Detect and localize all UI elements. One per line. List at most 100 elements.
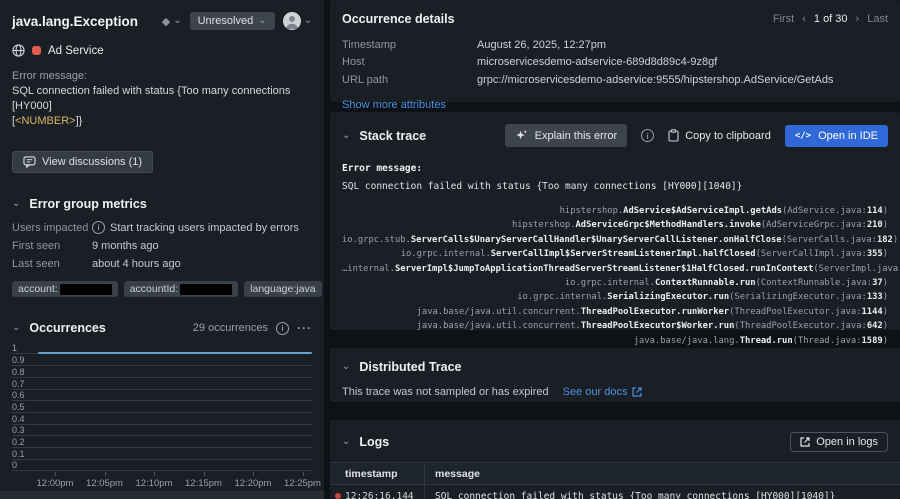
gridline [12, 470, 312, 472]
chevron-down-icon: ⌄ [303, 15, 312, 26]
discussion-icon [23, 155, 36, 168]
chevron-down-icon: ⌄ [342, 361, 351, 372]
trace-empty-message: This trace was not sampled or has expire… [342, 386, 549, 398]
pagination-prev-icon[interactable]: ‹ [802, 13, 806, 25]
stack-frame: io.grpc.internal.ServerCallImpl$ServerSt… [400, 249, 888, 260]
y-tick-label: 0.5 [12, 401, 25, 412]
tags-row: account: accountId: language:java [12, 281, 322, 298]
redacted-value [59, 283, 112, 295]
chevron-down-icon: ⌄ [12, 322, 21, 334]
logs-table-header: timestamp message [330, 463, 900, 485]
error-message-label: Error message: [12, 70, 88, 82]
info-icon[interactable]: i [276, 321, 289, 335]
error-tracking-page: java.lang.Exception ◆ ⌄ Unresolved ⌄ ⌄ A… [0, 0, 900, 499]
ellipsis-menu-icon[interactable]: ··· [297, 321, 312, 335]
tag[interactable]: account: [12, 281, 118, 298]
x-tick-label: 12:15pm [185, 478, 222, 490]
y-tick-label: 0.6 [12, 390, 25, 401]
show-more-attributes-link[interactable]: Show more attributes [342, 99, 446, 111]
x-tick-mark [302, 472, 304, 477]
log-status-dot [335, 493, 341, 499]
status-dropdown[interactable]: Unresolved ⌄ [189, 12, 275, 30]
gridline [12, 447, 312, 449]
issue-title: java.lang.Exception [12, 13, 139, 29]
info-icon[interactable]: i [641, 129, 655, 142]
service-status-dot [32, 46, 41, 55]
log-timestamp: 12:26:16.144 [330, 485, 425, 499]
x-tick-mark [154, 472, 155, 477]
stack-frame: …internal.ServerImpl$JumpToApplicationTh… [342, 263, 900, 274]
avatar [282, 12, 301, 30]
pagination-page: 1 of 30 [813, 13, 848, 25]
person-icon [285, 16, 298, 29]
tag[interactable]: language:java [244, 281, 322, 298]
chevron-down-icon: ⌄ [173, 15, 182, 26]
pagination-last[interactable]: Last [867, 13, 888, 25]
error-group-metrics-header[interactable]: ⌄ Error group metrics [12, 197, 312, 211]
x-tick-label: 12:25pm [284, 478, 321, 490]
stack-frame: java.base/java.util.concurrent.ThreadPoo… [416, 306, 888, 317]
tag[interactable]: accountId: [123, 281, 239, 298]
chevron-down-icon: ⌄ [12, 197, 21, 209]
gridline [12, 423, 312, 425]
stack-frame: io.grpc.internal.SerializingExecutor.run… [517, 292, 888, 303]
x-tick-mark [104, 472, 106, 477]
status-label: Unresolved [197, 15, 254, 27]
stack-frame: io.grpc.stub.ServerCalls$UnaryServerCall… [342, 234, 899, 245]
y-tick-label: 0.4 [12, 413, 25, 424]
assignee-dropdown[interactable]: ⌄ [282, 12, 312, 30]
occurrences-chart: 1 0.9 0.8 0.7 0.6 0.5 0.4 0.3 0.2 0.1 0 12:00pm 12:0… [12, 343, 321, 491]
stack-frames: hipstershop.AdService$AdServiceImpl.getA… [342, 204, 900, 348]
info-icon: i [92, 221, 105, 235]
occurrence-column: Occurrence details First ‹ 1 of 30 › Las… [330, 0, 900, 499]
copy-to-clipboard-button[interactable]: Copy to clipboard [668, 129, 771, 142]
distributed-trace-card: ⌄ Distributed Trace This trace was not s… [330, 348, 900, 402]
gridline [12, 365, 312, 367]
x-tick-label: 12:05pm [86, 478, 123, 490]
card-title: Occurrence details [342, 12, 455, 26]
metric-row: Last seen about 4 hours ago [12, 258, 181, 271]
y-tick-label: 0.2 [12, 437, 25, 448]
explain-error-button[interactable]: Explain this error [504, 124, 628, 147]
detail-rows: Timestamp August 26, 2025, 12:27pm Host mic… [342, 38, 888, 87]
gridline [12, 435, 312, 437]
chevron-down-icon: ⌄ [342, 129, 351, 141]
gridline [12, 388, 312, 390]
service-name[interactable]: Ad Service [48, 45, 104, 57]
logs-card: ⌄ Logs Open in logs timestamp message 12… [330, 420, 900, 499]
priority-diamond-icon: ◆ [161, 15, 171, 28]
x-tick-mark [253, 472, 254, 477]
error-message-highlight: <NUMBER> [15, 114, 76, 127]
x-tick-label: 12:10pm [135, 478, 173, 490]
priority-dropdown[interactable]: ◆ ⌄ [162, 15, 182, 28]
open-in-logs-button[interactable]: Open in logs [790, 432, 888, 452]
occurrence-details-card: Occurrence details First ‹ 1 of 30 › Las… [330, 0, 900, 111]
horizontal-scrollbar[interactable] [0, 491, 324, 499]
view-discussions-button[interactable]: View discussions (1) [12, 150, 154, 173]
external-link-icon [632, 387, 643, 397]
metric-rows: Users impacted i Start tracking users impa… [12, 221, 312, 272]
log-row[interactable]: 12:26:16.144 SQL connection failed with s… [330, 485, 900, 499]
occurrences-header[interactable]: ⌄ Occurrences 29 occurrences i ··· [12, 321, 312, 335]
stack-frame: java.base/java.lang.Thread.run(Thread.ja… [633, 335, 888, 346]
y-tick-label: 0.7 [12, 378, 25, 389]
metric-row: Users impacted i Start tracking users impa… [12, 221, 299, 235]
x-tick-mark [55, 472, 56, 477]
see-our-docs-link[interactable]: See our docs [563, 386, 643, 398]
x-tick-mark [203, 472, 205, 477]
detail-row: Host microservicesdemo-adservice-689d8d89… [342, 56, 718, 69]
pagination-next-icon[interactable]: › [856, 13, 860, 25]
card-title: Distributed Trace [359, 360, 462, 374]
y-tick-label: 0.9 [12, 355, 25, 366]
card-title: Stack trace [359, 128, 427, 143]
pagination-first[interactable]: First [773, 13, 794, 25]
issue-header: java.lang.Exception ◆ ⌄ Unresolved ⌄ ⌄ [12, 12, 312, 30]
chevron-down-icon: ⌄ [258, 15, 267, 26]
logs-table-body: 12:26:16.144 SQL connection failed with s… [330, 485, 900, 499]
gridline [12, 376, 312, 378]
log-message: SQL connection failed with status {Too m… [435, 490, 836, 499]
card-title: Logs [359, 435, 390, 449]
occurrence-pagination: First ‹ 1 of 30 › Last [773, 13, 888, 25]
open-in-ide-button[interactable]: </> Open in IDE [784, 124, 888, 147]
section-title: Error group metrics [29, 196, 147, 211]
